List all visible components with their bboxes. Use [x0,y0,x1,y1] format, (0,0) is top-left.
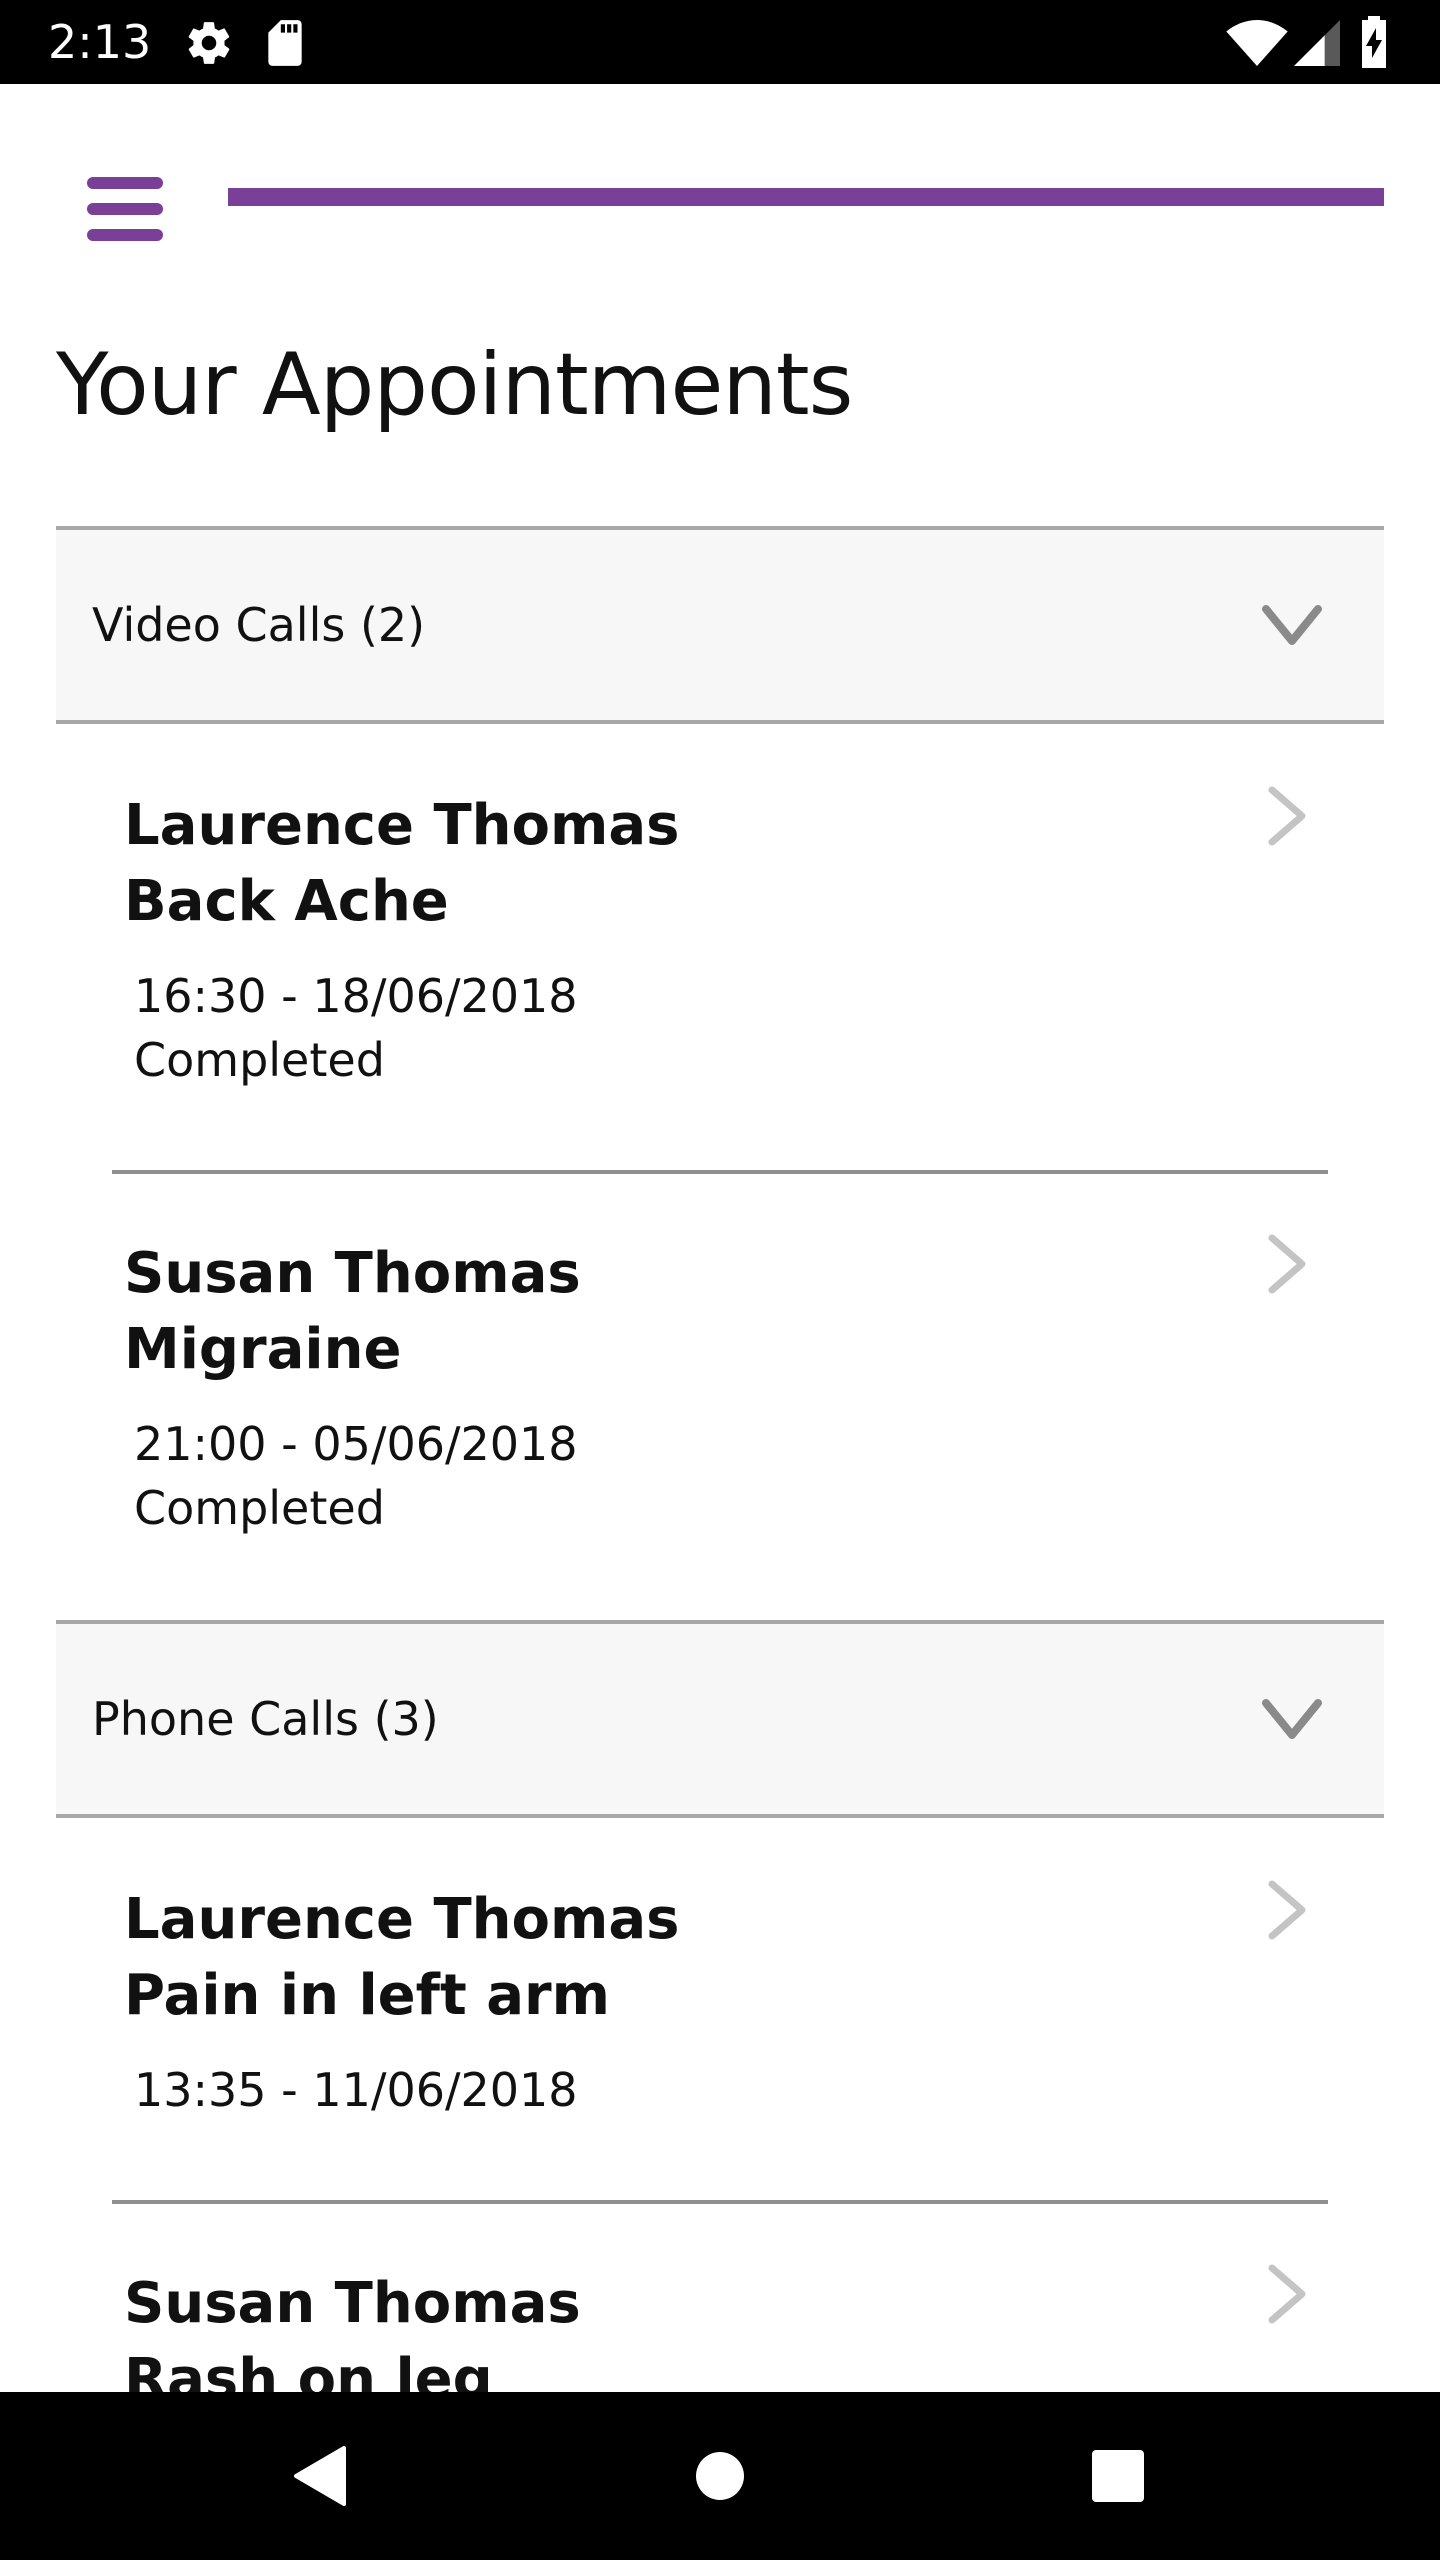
section-title: Video Calls (2) [92,598,426,652]
hamburger-menu-icon [87,177,163,241]
section-header-phone-calls[interactable]: Phone Calls (3) [56,1620,1384,1818]
appointment-patient: Laurence Thomas [124,793,680,858]
chevron-right-icon [1266,786,1308,850]
app-header [0,84,1440,314]
navigation-bar [0,2392,1440,2560]
appointment-patient: Susan Thomas [124,1241,581,1306]
appointment-reason: Pain in left arm [124,1963,611,2028]
menu-button[interactable] [70,154,180,264]
appointment-reason: Migraine [124,1317,402,1382]
wifi-icon [1226,20,1288,66]
appointment-datetime: 21:00 - 05/06/2018 [134,1417,578,1471]
appointment-datetime: 13:35 - 11/06/2018 [134,2063,578,2117]
home-icon [696,2452,744,2500]
appointment-status: Completed [134,1481,385,1535]
chevron-right-icon [1266,2264,1308,2328]
section-title: Phone Calls (3) [92,1692,439,1746]
header-accent-rule [228,188,1384,206]
gear-icon [184,18,234,68]
appointment-reason: Back Ache [124,869,449,934]
page-title: Your Appointments [56,335,853,435]
chevron-down-icon [1262,530,1322,720]
appointment-datetime: 16:30 - 18/06/2018 [134,969,578,1023]
appointment-item[interactable]: Laurence Thomas Back Ache 16:30 - 18/06/… [112,726,1328,1174]
status-bar: 2:13 [0,0,1440,84]
signal-icon [1294,20,1340,66]
appointment-patient: Laurence Thomas [124,1887,680,1952]
appointment-status: Completed [134,1033,385,1087]
recents-icon [1092,2450,1144,2502]
recents-button[interactable] [1018,2392,1218,2560]
sd-card-icon [262,18,308,68]
section-header-video-calls[interactable]: Video Calls (2) [56,526,1384,724]
back-button[interactable] [220,2392,420,2560]
home-button[interactable] [620,2392,820,2560]
chevron-down-icon [1262,1624,1322,1814]
battery-charging-icon [1360,16,1388,68]
appointment-item[interactable]: Susan Thomas Migraine 21:00 - 05/06/2018… [112,1174,1328,1622]
appointment-item[interactable]: Susan Thomas Rash on leg [112,2204,1328,2392]
appointment-item[interactable]: Laurence Thomas Pain in left arm 13:35 -… [112,1820,1328,2268]
chevron-right-icon [1266,1880,1308,1944]
chevron-right-icon [1266,1234,1308,1298]
appointment-patient: Susan Thomas [124,2271,581,2336]
status-time: 2:13 [48,15,152,69]
back-icon [294,2446,346,2506]
appointment-reason: Rash on leg [124,2347,493,2392]
